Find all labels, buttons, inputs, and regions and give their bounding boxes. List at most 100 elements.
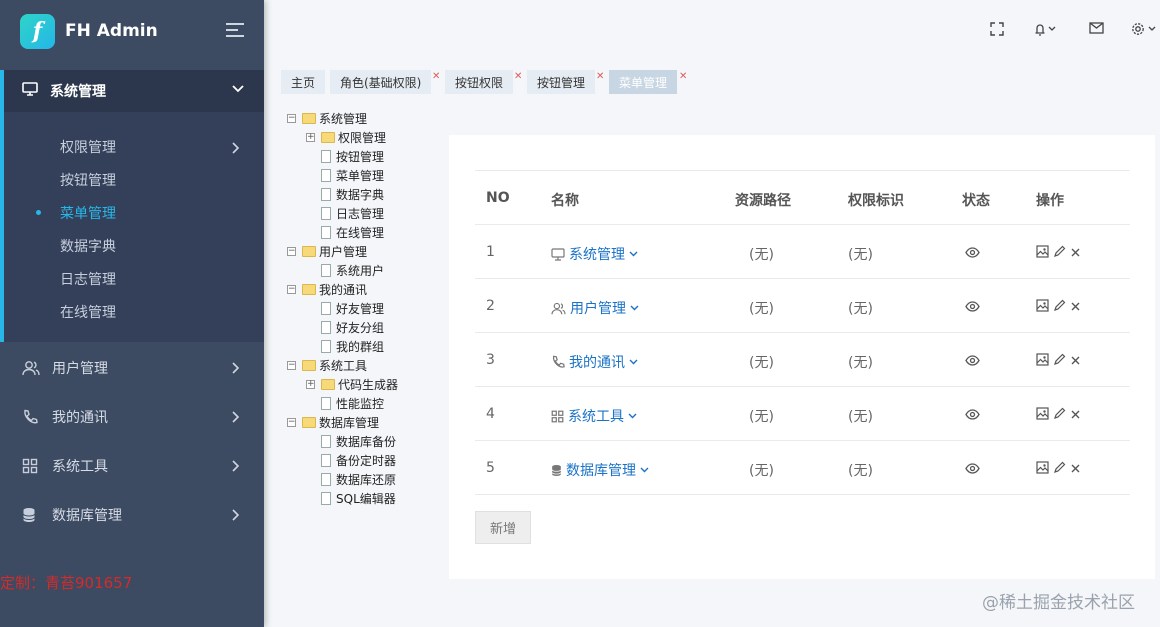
file-icon bbox=[321, 168, 331, 182]
sidebar-item-online[interactable]: 在线管理 bbox=[60, 302, 116, 322]
fullscreen-icon[interactable] bbox=[990, 22, 1004, 40]
file-icon bbox=[321, 396, 331, 410]
edit-icon[interactable] bbox=[1053, 245, 1066, 262]
tree-node[interactable]: 数据字典 bbox=[306, 186, 384, 202]
sidebar-item-buttons[interactable]: 按钮管理 bbox=[60, 170, 116, 190]
grid-icon bbox=[551, 410, 564, 423]
tree-node[interactable]: 我的群组 bbox=[306, 338, 384, 354]
delete-icon[interactable] bbox=[1070, 354, 1081, 370]
settings-icon[interactable] bbox=[1131, 22, 1158, 40]
folder-icon bbox=[302, 416, 316, 428]
tab-role-label: 角色(基础权限) bbox=[340, 75, 422, 90]
tree-node[interactable]: − 数据库管理 bbox=[287, 414, 379, 430]
tab-close-icon[interactable]: ✕ bbox=[514, 71, 522, 82]
tab-home-label: 主页 bbox=[291, 75, 316, 90]
eye-icon[interactable] bbox=[965, 408, 980, 424]
tree-node[interactable]: 菜单管理 bbox=[306, 167, 384, 183]
menu-name-link[interactable]: 我的通讯 bbox=[551, 352, 638, 372]
monitor-icon bbox=[22, 82, 38, 100]
tree-node-label: SQL编辑器 bbox=[336, 491, 396, 506]
sidebar-item-database[interactable]: 数据库管理 bbox=[0, 495, 264, 535]
image-icon[interactable] bbox=[1036, 353, 1049, 370]
edit-icon[interactable] bbox=[1053, 407, 1066, 424]
delete-icon[interactable] bbox=[1070, 408, 1081, 424]
edit-icon[interactable] bbox=[1053, 461, 1066, 478]
menu-name-link[interactable]: 数据库管理 bbox=[551, 460, 649, 480]
divider bbox=[475, 494, 1130, 495]
menu-name-link[interactable]: 系统工具 bbox=[551, 406, 637, 426]
tab-button-management[interactable]: 按钮管理 bbox=[527, 70, 596, 94]
eye-icon[interactable] bbox=[965, 246, 980, 262]
sidebar-item-tools[interactable]: 系统工具 bbox=[0, 446, 264, 486]
tree-node[interactable]: 按钮管理 bbox=[306, 148, 384, 164]
menu-group-system-header[interactable]: 系统管理 bbox=[4, 70, 264, 112]
collapse-icon[interactable]: − bbox=[287, 417, 296, 427]
tree-node[interactable]: 数据库还原 bbox=[306, 471, 396, 487]
menu-group-system-label: 系统管理 bbox=[50, 84, 106, 100]
mail-icon[interactable] bbox=[1089, 22, 1104, 38]
tab-role[interactable]: 角色(基础权限) bbox=[330, 70, 432, 94]
tree-node[interactable]: 日志管理 bbox=[306, 205, 384, 221]
bell-icon[interactable] bbox=[1033, 22, 1057, 40]
eye-icon[interactable] bbox=[965, 354, 980, 370]
eye-icon[interactable] bbox=[965, 462, 980, 478]
delete-icon[interactable] bbox=[1070, 462, 1081, 478]
delete-icon[interactable] bbox=[1070, 246, 1081, 262]
tree-node-label: 代码生成器 bbox=[338, 377, 399, 392]
tab-menu-management[interactable]: 菜单管理 bbox=[609, 70, 678, 94]
image-icon[interactable] bbox=[1036, 407, 1049, 424]
cell-path: (无) bbox=[749, 247, 774, 263]
tab-button-permission[interactable]: 按钮权限 bbox=[445, 70, 514, 94]
menu-name-link[interactable]: 用户管理 bbox=[551, 298, 639, 318]
collapse-icon[interactable]: − bbox=[287, 113, 296, 123]
tree-node[interactable]: 在线管理 bbox=[306, 224, 384, 240]
image-icon[interactable] bbox=[1036, 299, 1049, 316]
tree-node[interactable]: − 用户管理 bbox=[287, 243, 367, 259]
expand-icon[interactable]: + bbox=[306, 132, 315, 142]
tab-close-icon[interactable]: ✕ bbox=[679, 71, 687, 82]
tree-node[interactable]: 好友分组 bbox=[306, 319, 384, 335]
menu-name-label: 系统管理 bbox=[569, 247, 625, 263]
image-icon[interactable] bbox=[1036, 461, 1049, 478]
tree-node-label: 按钮管理 bbox=[336, 149, 385, 164]
image-icon[interactable] bbox=[1036, 245, 1049, 262]
sidebar-item-dictionary[interactable]: 数据字典 bbox=[60, 236, 116, 256]
sidebar-item-database-label: 数据库管理 bbox=[52, 508, 122, 524]
collapse-icon[interactable]: − bbox=[287, 360, 296, 370]
grid-icon bbox=[22, 458, 40, 474]
tree-node[interactable]: − 我的通讯 bbox=[287, 281, 367, 297]
col-header-perm: 权限标识 bbox=[848, 193, 904, 209]
sidebar-item-logs[interactable]: 日志管理 bbox=[60, 269, 116, 289]
eye-icon[interactable] bbox=[965, 300, 980, 316]
tree-node[interactable]: 系统用户 bbox=[306, 262, 384, 278]
tab-home[interactable]: 主页 bbox=[281, 70, 326, 94]
tree-node[interactable]: − 系统工具 bbox=[287, 357, 367, 373]
add-button[interactable]: 新增 bbox=[475, 511, 531, 544]
collapse-icon[interactable]: − bbox=[287, 246, 296, 256]
tree-node[interactable]: 备份定时器 bbox=[306, 452, 396, 468]
tree-node[interactable]: 数据库备份 bbox=[306, 433, 396, 449]
tree-node[interactable]: SQL编辑器 bbox=[306, 490, 396, 506]
tree-node[interactable]: 好友管理 bbox=[306, 300, 384, 316]
tree-node[interactable]: + 代码生成器 bbox=[306, 376, 398, 392]
menu-name-link[interactable]: 系统管理 bbox=[551, 244, 638, 264]
sidebar-item-users[interactable]: 用户管理 bbox=[0, 348, 264, 388]
tab-close-icon[interactable]: ✕ bbox=[596, 71, 604, 82]
tree-node[interactable]: + 权限管理 bbox=[306, 129, 386, 145]
tree-node[interactable]: − 系统管理 bbox=[287, 110, 367, 126]
expand-icon[interactable]: + bbox=[306, 379, 315, 389]
file-icon bbox=[321, 149, 331, 163]
collapse-icon[interactable]: − bbox=[287, 284, 296, 294]
cell-no: 3 bbox=[486, 352, 495, 368]
sidebar-toggle-icon[interactable] bbox=[226, 23, 244, 37]
edit-icon[interactable] bbox=[1053, 353, 1066, 370]
menu-group-system: 系统管理 权限管理 按钮管理 菜单管理 数据字典 日志管理 在线管理 bbox=[0, 70, 264, 342]
tree-node[interactable]: 性能监控 bbox=[306, 395, 384, 411]
sidebar-item-permissions[interactable]: 权限管理 bbox=[60, 137, 116, 157]
delete-icon[interactable] bbox=[1070, 300, 1081, 316]
tab-close-icon[interactable]: ✕ bbox=[432, 71, 440, 82]
edit-icon[interactable] bbox=[1053, 299, 1066, 316]
sidebar-item-menus[interactable]: 菜单管理 bbox=[60, 203, 116, 223]
sidebar-item-contacts[interactable]: 我的通讯 bbox=[0, 397, 264, 437]
cell-perm: (无) bbox=[848, 463, 873, 479]
